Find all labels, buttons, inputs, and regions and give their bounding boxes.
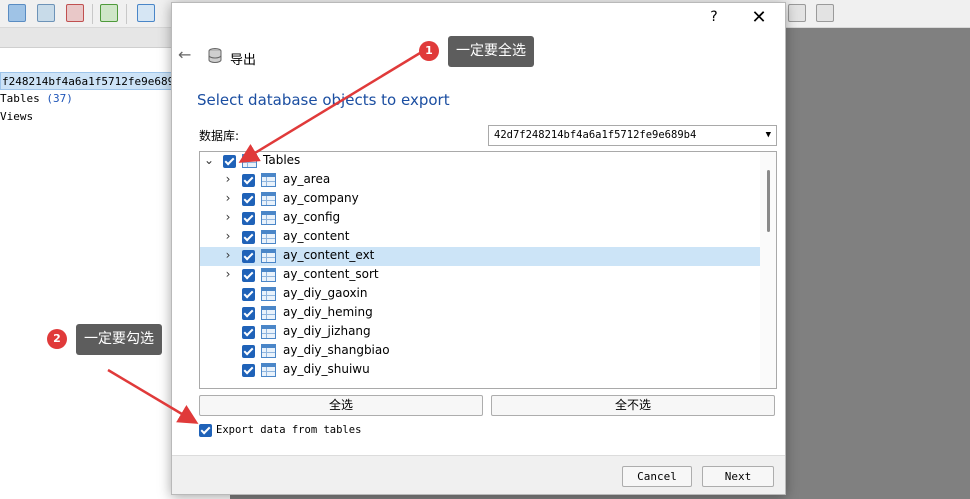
export-data-label: Export data from tables (216, 424, 362, 436)
window-icon[interactable] (816, 4, 834, 22)
chevron-right-icon[interactable]: › (222, 229, 234, 243)
export-data-checkbox[interactable] (199, 424, 212, 437)
table-name: ay_content (283, 229, 350, 243)
chevron-right-icon[interactable]: › (222, 248, 234, 262)
tree-root-label: Tables (263, 153, 301, 167)
chevron-right-icon[interactable]: › (222, 191, 234, 205)
page-heading: Select database objects to export (197, 91, 450, 109)
table-checkbox[interactable] (242, 231, 255, 244)
dialog-title: 导出 (230, 53, 257, 68)
table-name: ay_diy_jizhang (283, 324, 371, 338)
table-checkbox[interactable] (242, 250, 255, 263)
tree-item-row[interactable]: › ay_content (200, 228, 760, 247)
chevron-down-icon[interactable]: ⌄ (203, 153, 215, 167)
tree-item-row[interactable]: ay_diy_shangbiao (200, 342, 760, 361)
back-button[interactable]: ← (178, 45, 191, 64)
callout-2: 一定要勾选 (76, 324, 162, 355)
new-table-icon[interactable] (8, 4, 26, 22)
table-checkbox[interactable] (242, 174, 255, 187)
tables-folder-icon (242, 154, 257, 168)
table-icon (261, 287, 276, 301)
tree-item-row[interactable]: ay_diy_gaoxin (200, 285, 760, 304)
tree-item-row[interactable]: ay_diy_shuiwu (200, 361, 760, 380)
table-name: ay_diy_shuiwu (283, 362, 370, 376)
tree-scrollbar[interactable] (760, 152, 776, 388)
tree-item-row[interactable]: › ay_config (200, 209, 760, 228)
table-name: ay_company (283, 191, 359, 205)
select-all-button[interactable]: 全选 (199, 395, 483, 416)
database-export-icon (208, 48, 222, 63)
table-name: ay_config (283, 210, 341, 224)
close-button[interactable]: ✕ (749, 7, 769, 28)
scrollbar-thumb[interactable] (767, 170, 770, 232)
table-checkbox[interactable] (242, 269, 255, 282)
table-icon (261, 173, 276, 187)
table-name: ay_content_ext (283, 248, 375, 262)
table-checkbox[interactable] (242, 326, 255, 339)
table-name: ay_diy_heming (283, 305, 373, 319)
views-node[interactable]: Views (0, 108, 33, 126)
edit-table-icon[interactable] (37, 4, 55, 22)
table-name: ay_diy_shangbiao (283, 343, 390, 357)
toolbar-separator (92, 4, 93, 24)
export-dialog: ? ✕ ← 导出 Select database objects to expo… (171, 2, 786, 495)
table-name: ay_area (283, 172, 331, 186)
table-name: ay_content_sort (283, 267, 379, 281)
dialog-footer: Cancel Next (172, 455, 785, 494)
object-tree: ⌄ Tables › ay_area › ay_company › ay_config › a… (199, 151, 777, 389)
connection-node[interactable]: f248214bf4a6a1f5712fe9e689b4 (0, 72, 187, 90)
tree-item-row[interactable]: › ay_company (200, 190, 760, 209)
table-icon (261, 230, 276, 244)
tree-item-row[interactable]: › ay_content_sort (200, 266, 760, 285)
new-query-icon[interactable] (137, 4, 155, 22)
tables-node-label: Tables (0, 92, 40, 105)
tables-node[interactable]: Tables (37) (0, 90, 73, 108)
callout-1: 一定要全选 (448, 36, 534, 67)
tree-item-row[interactable]: › ay_area (200, 171, 760, 190)
table-icon (261, 344, 276, 358)
tree-item-row[interactable]: ay_diy_heming (200, 304, 760, 323)
table-icon (261, 249, 276, 263)
database-select-value: 42d7f248214bf4a6a1f5712fe9e689b4 (494, 129, 697, 141)
table-checkbox[interactable] (242, 212, 255, 225)
table-icon (261, 325, 276, 339)
table-checkbox[interactable] (242, 364, 255, 377)
table-checkbox[interactable] (242, 345, 255, 358)
tables-count: (37) (46, 92, 73, 105)
layout-icon[interactable] (788, 4, 806, 22)
chevron-right-icon[interactable]: › (222, 210, 234, 224)
tree-item-row[interactable]: › ay_content_ext (200, 247, 760, 266)
table-name: ay_diy_gaoxin (283, 286, 368, 300)
delete-table-icon[interactable] (66, 4, 84, 22)
refresh-icon[interactable] (100, 4, 118, 22)
database-select[interactable]: 42d7f248214bf4a6a1f5712fe9e689b4 ▼ (488, 125, 777, 146)
table-icon (261, 211, 276, 225)
table-checkbox[interactable] (242, 307, 255, 320)
database-label: 数据库: (199, 129, 240, 143)
tree-item-row[interactable]: ay_diy_jizhang (200, 323, 760, 342)
chevron-right-icon[interactable]: › (222, 267, 234, 281)
table-icon (261, 363, 276, 377)
help-button[interactable]: ? (705, 9, 723, 25)
table-checkbox[interactable] (242, 193, 255, 206)
callout-2-badge: 2 (47, 329, 67, 349)
next-button[interactable]: Next (702, 466, 774, 487)
toolbar-separator (126, 4, 127, 24)
tree-root-row[interactable]: ⌄ Tables (200, 152, 760, 171)
tables-root-checkbox[interactable] (223, 155, 236, 168)
chevron-right-icon[interactable]: › (222, 172, 234, 186)
chevron-down-icon: ▼ (765, 130, 771, 140)
table-icon (261, 306, 276, 320)
table-icon (261, 268, 276, 282)
cancel-button[interactable]: Cancel (622, 466, 692, 487)
table-icon (261, 192, 276, 206)
table-checkbox[interactable] (242, 288, 255, 301)
select-none-button[interactable]: 全不选 (491, 395, 775, 416)
callout-1-badge: 1 (419, 41, 439, 61)
